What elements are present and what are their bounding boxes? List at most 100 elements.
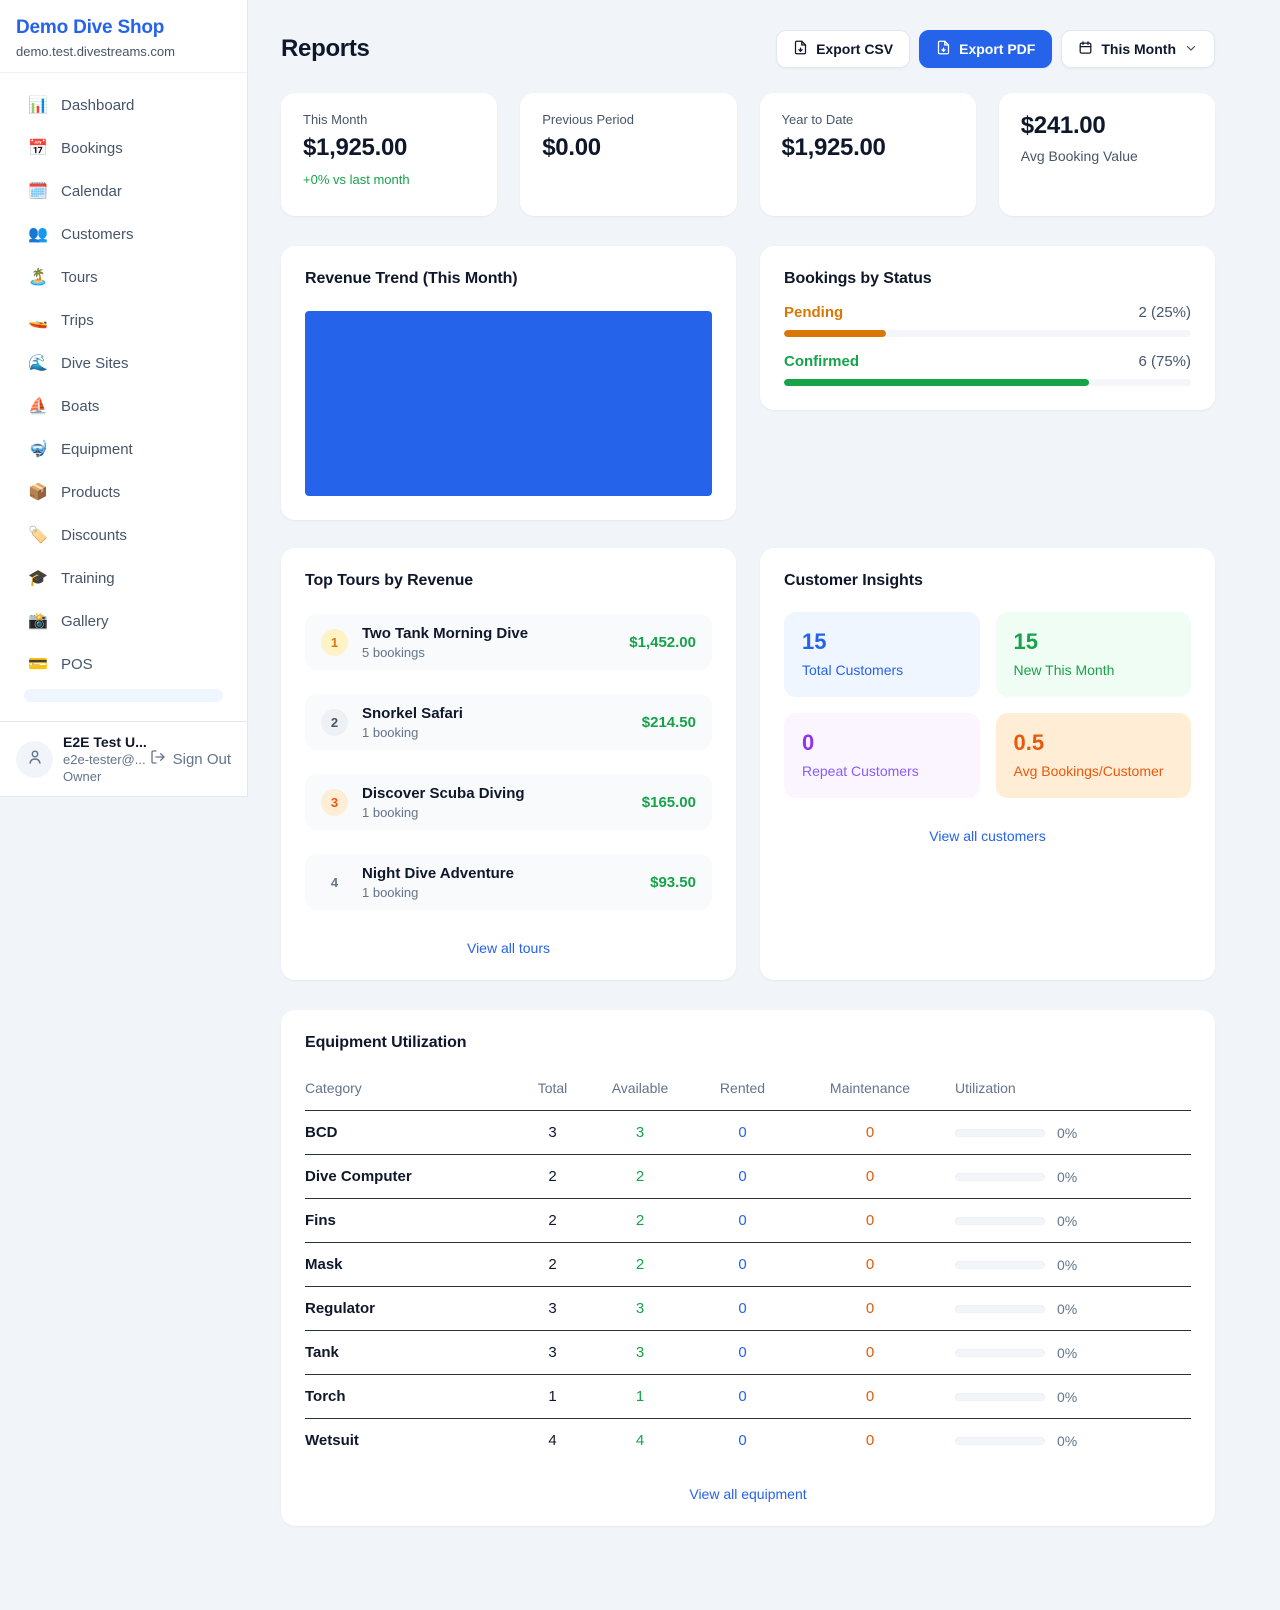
table-header-row: Category Total Available Rented Maintena… [305, 1074, 1191, 1111]
sidebar-item-label: POS [61, 656, 93, 673]
sign-out-button[interactable]: Sign Out [150, 749, 231, 769]
tile-avg-bookings-customer: 0.5 Avg Bookings/Customer [996, 713, 1192, 798]
rank-badge: 4 [321, 869, 348, 896]
shop-name: Demo Dive Shop [16, 17, 231, 39]
tour-revenue: $1,452.00 [629, 634, 696, 651]
avatar [16, 741, 53, 778]
cell-utilization: 0% [945, 1301, 1191, 1317]
cell-rented: 0 [690, 1388, 795, 1405]
cell-available: 3 [590, 1344, 690, 1361]
cell-available: 4 [590, 1432, 690, 1449]
list-item: 1 Two Tank Morning Dive 5 bookings $1,45… [305, 614, 712, 670]
cell-utilization: 0% [945, 1125, 1191, 1141]
period-label: This Month [1101, 41, 1176, 57]
column-utilization: Utilization [945, 1080, 1191, 1096]
sidebar: Demo Dive Shop demo.test.divestreams.com… [0, 0, 248, 797]
charts-row: Revenue Trend (This Month) Bookings by S… [281, 246, 1215, 520]
tour-revenue: $214.50 [642, 714, 696, 731]
utilization-bar [955, 1437, 1045, 1445]
table-row: Mask 2 2 0 0 0% [305, 1243, 1191, 1287]
logout-icon [150, 749, 166, 769]
list-item: 2 Snorkel Safari 1 booking $214.50 [305, 694, 712, 750]
stat-value: $0.00 [542, 134, 714, 162]
status-label: Pending [784, 304, 843, 321]
export-pdf-button[interactable]: Export PDF [919, 30, 1052, 68]
utilization-percent: 0% [1057, 1301, 1077, 1317]
utilization-bar [955, 1393, 1045, 1401]
sidebar-item-gallery[interactable]: 📸Gallery [12, 603, 235, 639]
cell-total: 2 [515, 1256, 590, 1273]
cell-utilization: 0% [945, 1257, 1191, 1273]
cell-total: 4 [515, 1432, 590, 1449]
sidebar-item-dive-sites[interactable]: 🌊Dive Sites [12, 345, 235, 381]
sidebar-item-customers[interactable]: 👥Customers [12, 216, 235, 252]
cell-category: Wetsuit [305, 1432, 515, 1449]
view-all-tours-link[interactable]: View all tours [305, 940, 712, 956]
revenue-trend-bar-chart [305, 311, 712, 496]
tag-icon: 🏷️ [28, 525, 48, 545]
sidebar-item-label: Discounts [61, 527, 127, 544]
table-row: Dive Computer 2 2 0 0 0% [305, 1155, 1191, 1199]
stat-value: $1,925.00 [303, 134, 475, 162]
sidebar-item-equipment[interactable]: 🤿Equipment [12, 431, 235, 467]
sidebar-item-label: Tours [61, 269, 98, 286]
stat-label: Avg Booking Value [1021, 148, 1193, 164]
sidebar-item-reports-active-partial[interactable] [24, 689, 223, 702]
rank-badge: 1 [321, 629, 348, 656]
camera-icon: 📸 [28, 611, 48, 631]
sidebar-item-dashboard[interactable]: 📊Dashboard [12, 87, 235, 123]
sign-out-label: Sign Out [173, 751, 231, 768]
package-icon: 📦 [28, 482, 48, 502]
export-csv-button[interactable]: Export CSV [776, 30, 910, 68]
sidebar-nav: 📊Dashboard 📅Bookings 🗓️Calendar 👥Custome… [0, 73, 247, 702]
cell-category: Dive Computer [305, 1168, 515, 1185]
period-dropdown[interactable]: This Month [1061, 30, 1215, 68]
progress-fill-pending [784, 330, 886, 337]
status-label: Confirmed [784, 353, 859, 370]
sidebar-item-calendar[interactable]: 🗓️Calendar [12, 173, 235, 209]
column-rented: Rented [690, 1080, 795, 1096]
user-name: E2E Test U... [63, 734, 140, 750]
sidebar-item-boats[interactable]: ⛵Boats [12, 388, 235, 424]
view-all-customers-link[interactable]: View all customers [784, 828, 1191, 844]
sidebar-item-training[interactable]: 🎓Training [12, 560, 235, 596]
export-csv-label: Export CSV [816, 41, 893, 57]
sidebar-item-products[interactable]: 📦 Products [12, 474, 235, 510]
stat-card-this-month: This Month $1,925.00 +0% vs last month [281, 93, 497, 216]
tour-name: Night Dive Adventure [362, 865, 514, 882]
sidebar-item-label: Customers [61, 226, 134, 243]
utilization-bar [955, 1173, 1045, 1181]
sidebar-item-discounts[interactable]: 🏷️ Discounts [12, 517, 235, 553]
calendar-icon: 🗓️ [28, 181, 48, 201]
cell-category: Mask [305, 1256, 515, 1273]
cell-available: 2 [590, 1256, 690, 1273]
top-tours-card: Top Tours by Revenue 1 Two Tank Morning … [281, 548, 736, 980]
sidebar-item-pos[interactable]: 💳POS [12, 646, 235, 682]
user-role: Owner [63, 769, 140, 784]
tile-label: New This Month [1014, 662, 1174, 678]
insights-grid: 15 Total Customers 15 New This Month 0 R… [784, 612, 1191, 798]
progress-track [784, 379, 1191, 386]
column-total: Total [515, 1080, 590, 1096]
sidebar-item-tours[interactable]: 🏝️Tours [12, 259, 235, 295]
tile-label: Repeat Customers [802, 763, 962, 779]
cell-rented: 0 [690, 1124, 795, 1141]
utilization-percent: 0% [1057, 1345, 1077, 1361]
cell-maintenance: 0 [795, 1432, 945, 1449]
cell-maintenance: 0 [795, 1388, 945, 1405]
tile-value: 0 [802, 730, 962, 756]
sidebar-item-label: Bookings [61, 140, 123, 157]
cell-utilization: 0% [945, 1433, 1191, 1449]
trips-boat-icon: 🚤 [28, 310, 48, 330]
sidebar-item-trips[interactable]: 🚤 Trips [12, 302, 235, 338]
cell-total: 3 [515, 1124, 590, 1141]
view-all-equipment-link[interactable]: View all equipment [305, 1486, 1191, 1502]
cell-total: 1 [515, 1388, 590, 1405]
sidebar-item-label: Trips [61, 312, 94, 329]
sidebar-item-label: Products [61, 484, 120, 501]
tour-revenue: $93.50 [650, 874, 696, 891]
sidebar-item-bookings[interactable]: 📅Bookings [12, 130, 235, 166]
utilization-percent: 0% [1057, 1125, 1077, 1141]
main-content: Reports Export CSV Export PDF This Month [248, 0, 1280, 1526]
cell-available: 2 [590, 1212, 690, 1229]
